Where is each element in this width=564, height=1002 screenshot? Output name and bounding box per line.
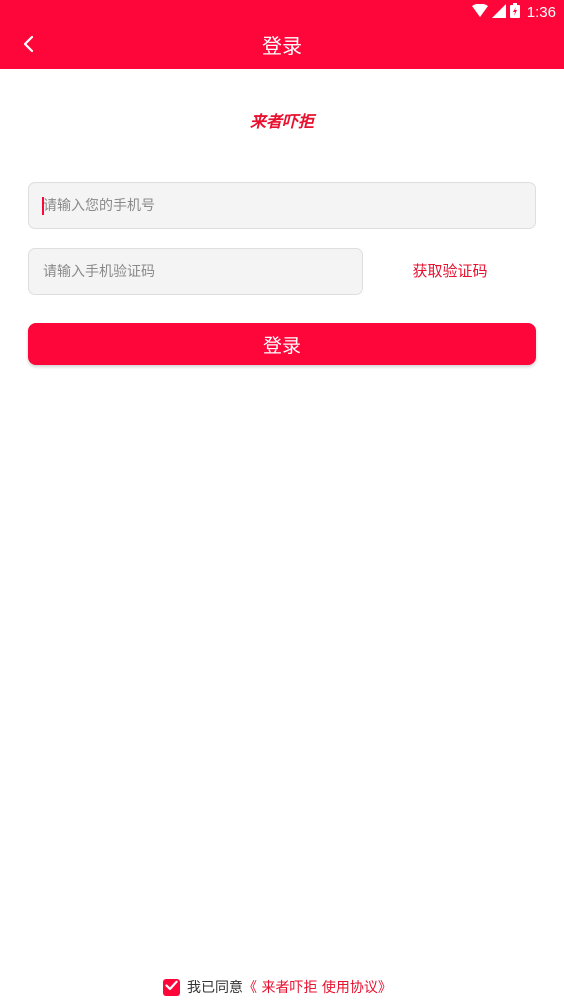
phone-input[interactable] [28,182,536,229]
agreement-link[interactable]: 《 来者吓拒 使用协议》 [243,977,392,997]
app-logo: 来者吓拒 [249,112,314,131]
signal-icon [491,3,506,22]
agreement-checkbox[interactable] [163,978,180,996]
get-code-button[interactable]: 获取验证码 [386,248,514,295]
status-bar: 1:36 [0,0,564,24]
app-header: 1:36 登录 [0,0,564,69]
verification-code-input[interactable] [28,248,363,295]
checkmark-icon [165,979,178,995]
login-button[interactable]: 登录 [28,323,536,365]
status-icons: 1:36 [471,2,556,22]
wifi-icon [471,3,488,22]
text-cursor [42,197,44,215]
agreement-text: 我已同意 [187,980,243,996]
status-time: 1:36 [526,3,556,21]
agreement-row: 我已同意 《 来者吓拒 使用协议》 [163,977,392,997]
page-title: 登录 [262,34,302,58]
battery-icon [509,2,520,22]
